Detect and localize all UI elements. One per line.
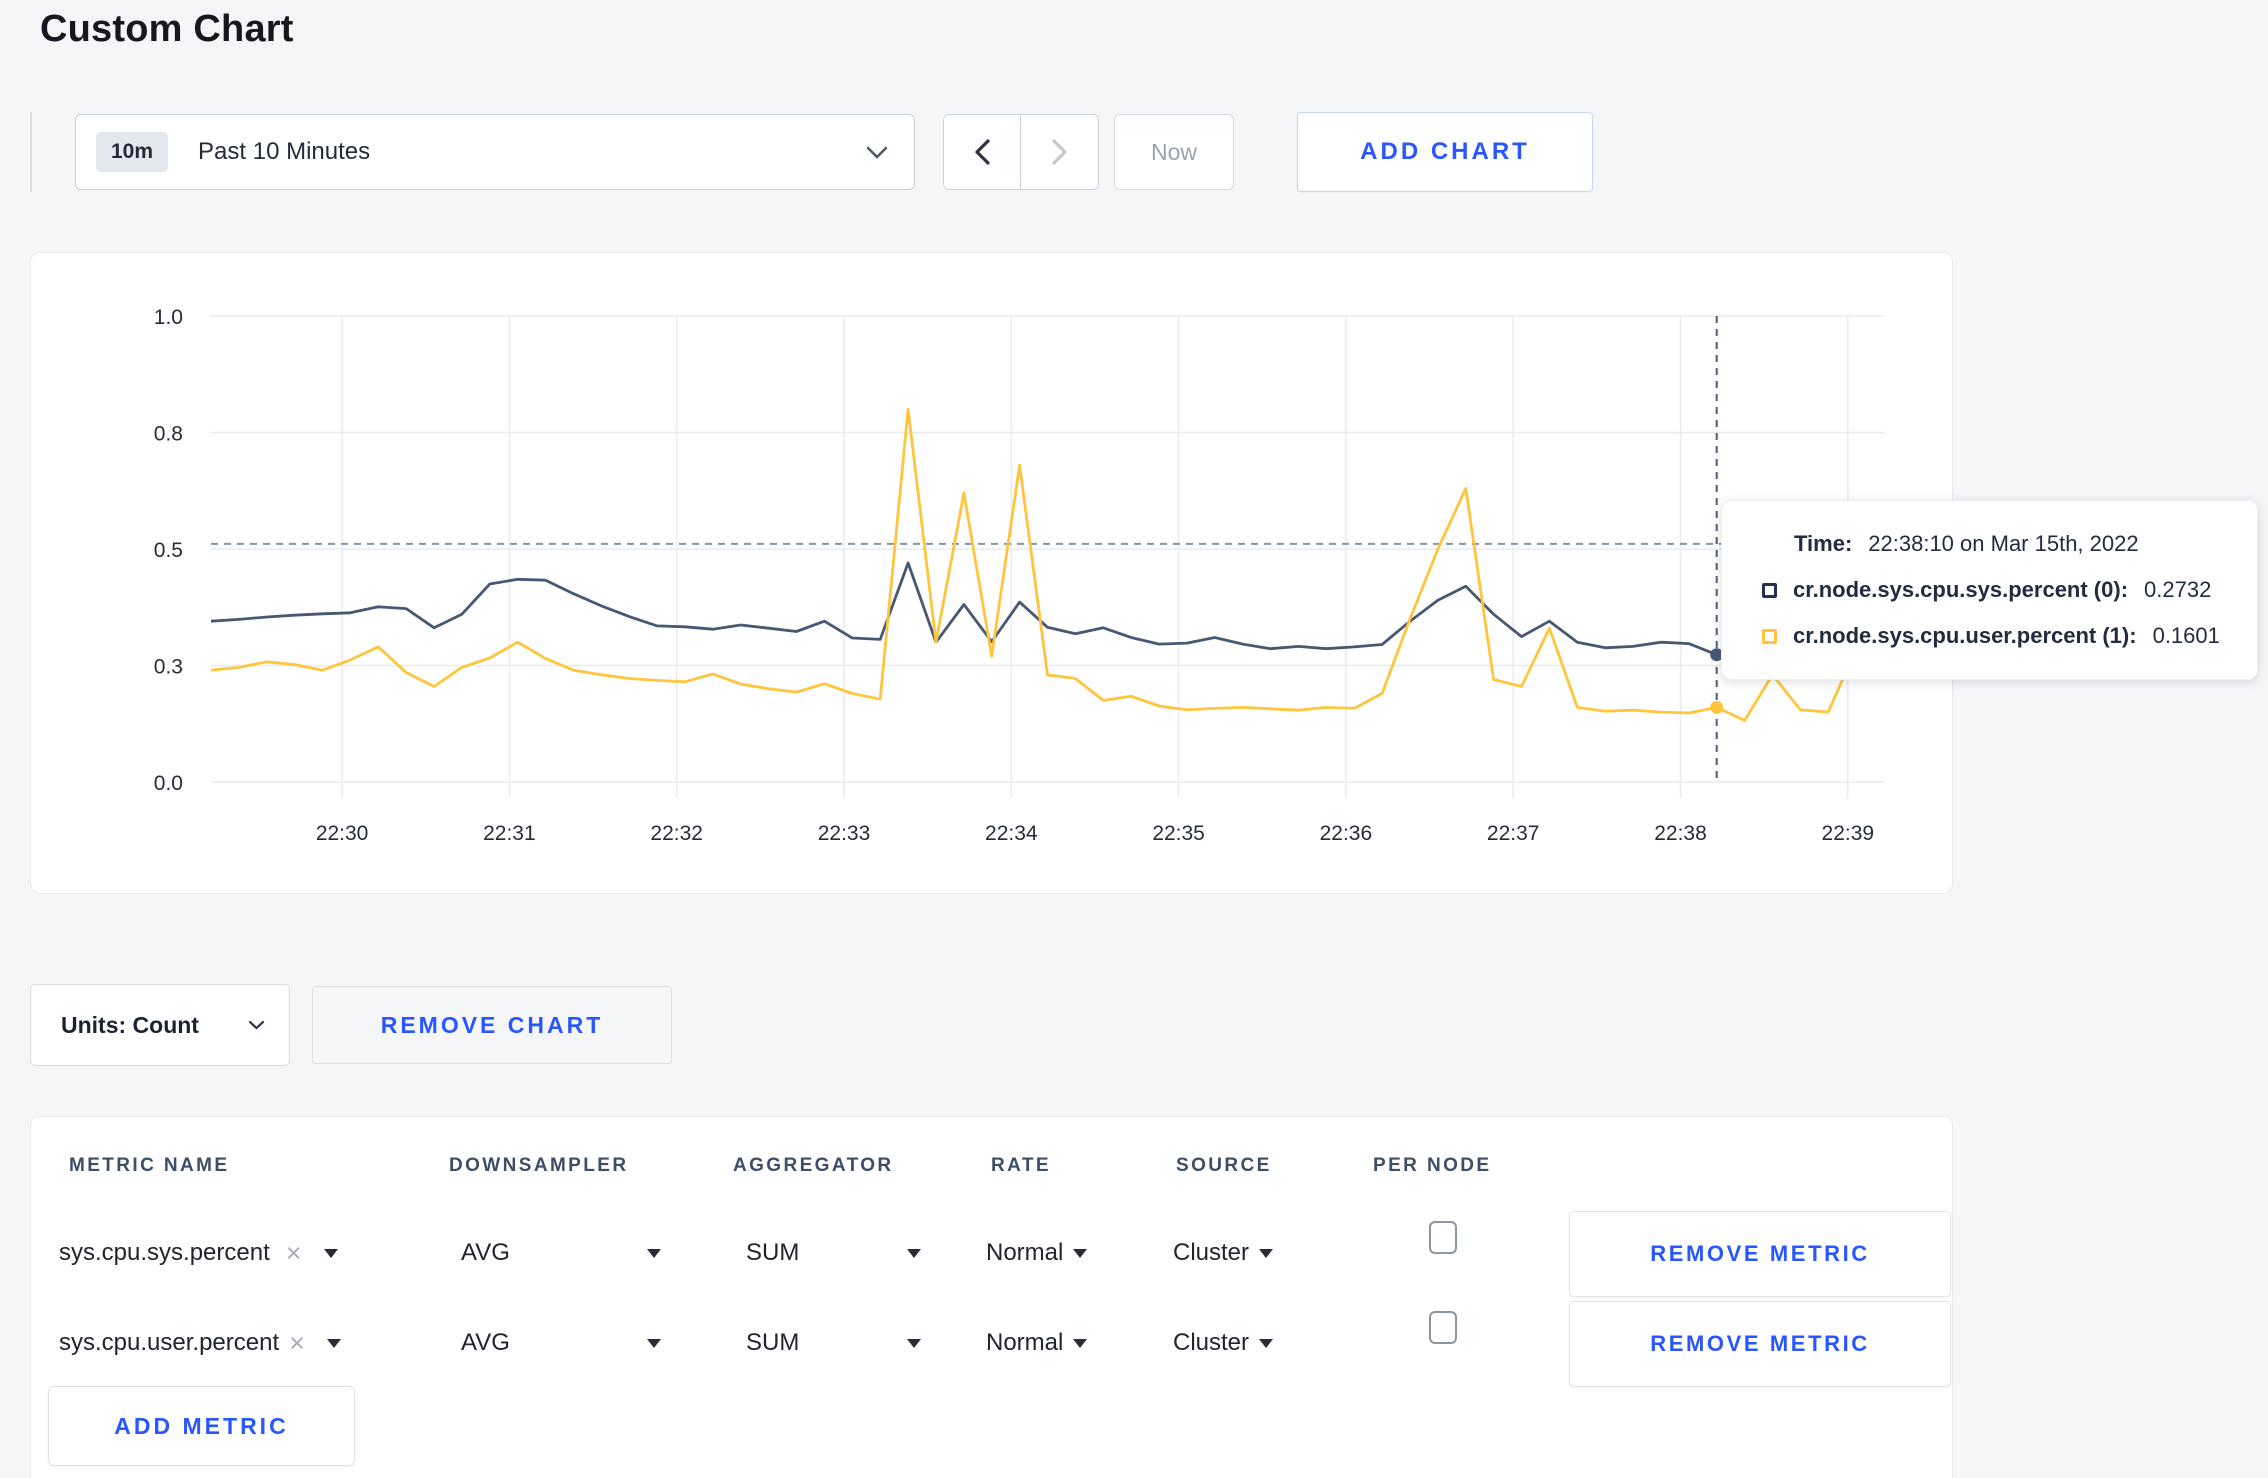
tooltip-time-label: Time: [1794,531,1853,556]
caret-down-icon [647,1248,661,1258]
rate-value: Normal [986,1239,1064,1266]
tooltip-series-row: cr.node.sys.cpu.sys.percent (0): 0.2732 [1762,577,2257,603]
col-header-aggregator: AGGREGATOR [733,1155,894,1176]
metric-name-value: sys.cpu.sys.percent [59,1239,270,1266]
tooltip-series-name: cr.node.sys.cpu.user.percent (1): [1793,623,2137,648]
remove-metric-button[interactable]: REMOVE METRIC [1569,1301,1951,1387]
x-tick-label: 22:39 [1822,822,1875,845]
remove-metric-button[interactable]: REMOVE METRIC [1569,1211,1951,1297]
rate-select[interactable]: Normal [986,1229,1088,1277]
next-time-button[interactable] [1021,115,1098,189]
series-line [210,407,1885,722]
time-range-select[interactable]: 10m Past 10 Minutes [75,114,915,190]
col-header-source: SOURCE [1176,1155,1272,1176]
source-select[interactable]: Cluster [1173,1229,1274,1277]
tooltip-time-row: Time: 22:38:10 on Mar 15th, 2022 [1794,531,2257,557]
page-title: Custom Chart [40,8,294,50]
caret-down-icon [1073,1338,1088,1348]
caret-down-icon [323,1248,338,1258]
x-tick-label: 22:38 [1654,822,1707,845]
time-range-badge: 10m [96,132,169,172]
units-select[interactable]: Units: Count [30,984,290,1066]
col-header-downsampler: DOWNSAMPLER [449,1155,629,1176]
y-tick-label: 0.8 [154,423,183,446]
col-header-per-node: PER NODE [1373,1155,1492,1176]
add-metric-button[interactable]: ADD METRIC [48,1386,355,1466]
per-node-checkbox[interactable] [1429,1311,1457,1344]
caret-down-icon [647,1338,661,1348]
x-tick-label: 22:36 [1320,822,1373,845]
x-tick-label: 22:30 [316,822,369,845]
col-header-metric-name: METRIC NAME [69,1155,230,1176]
close-icon[interactable]: × [286,1239,302,1267]
y-tick-label: 0.5 [154,539,183,562]
metric-name-select[interactable]: sys.cpu.sys.percent × [59,1229,338,1277]
time-range-label: Past 10 Minutes [198,138,371,165]
aggregator-select[interactable]: SUM [746,1319,921,1367]
source-value: Cluster [1173,1329,1250,1356]
downsampler-select[interactable]: AVG [461,1319,661,1367]
caret-down-icon [907,1338,921,1348]
time-pager [943,114,1099,190]
caret-down-icon [907,1248,921,1258]
tooltip-time-value: 22:38:10 on Mar 15th, 2022 [1868,531,2139,556]
source-value: Cluster [1173,1239,1250,1266]
metric-name-select[interactable]: sys.cpu.user.percent × [59,1319,341,1367]
units-label: Units: Count [61,1011,199,1038]
chart-card: 22:30 22:31 22:32 22:33 22:34 22:35 22:36 22:37… [30,252,1953,894]
downsampler-value: AVG [461,1239,510,1266]
x-tick-label: 22:33 [818,822,871,845]
remove-chart-button[interactable]: REMOVE CHART [312,986,672,1064]
downsampler-select[interactable]: AVG [461,1229,661,1277]
x-tick-label: 22:32 [650,822,703,845]
y-tick-label: 0.0 [154,772,183,795]
series-swatch-icon [1762,628,1777,644]
caret-down-icon [326,1338,341,1348]
per-node-checkbox[interactable] [1429,1221,1457,1254]
metric-name-value: sys.cpu.user.percent [59,1329,280,1356]
x-tick-label: 22:35 [1152,822,1205,845]
chevron-left-icon [974,139,990,165]
prev-time-button[interactable] [944,115,1021,189]
rate-value: Normal [986,1329,1064,1356]
tooltip-series-value: 0.2732 [2144,577,2212,602]
tooltip-series-row: cr.node.sys.cpu.user.percent (1): 0.1601 [1762,623,2257,649]
x-tick-label: 22:34 [985,822,1038,845]
chevron-down-icon [248,1020,265,1030]
aggregator-value: SUM [746,1329,800,1356]
close-icon[interactable]: × [289,1329,305,1357]
add-chart-button[interactable]: ADD CHART [1297,112,1593,192]
col-header-rate: RATE [991,1155,1051,1176]
caret-down-icon [1259,1248,1274,1258]
x-tick-label: 22:37 [1487,822,1540,845]
cpu-usage-chart[interactable]: 22:30 22:31 22:32 22:33 22:34 22:35 22:36 22:37… [31,253,1954,895]
series-line [210,561,1885,657]
aggregator-select[interactable]: SUM [746,1229,921,1277]
chart-hover-tooltip: Time: 22:38:10 on Mar 15th, 2022 cr.node… [1721,500,2258,680]
y-tick-label: 1.0 [154,306,183,329]
downsampler-value: AVG [461,1329,510,1356]
chevron-down-icon [866,146,888,159]
chevron-right-icon [1051,139,1068,165]
series-swatch-icon [1762,582,1777,598]
source-select[interactable]: Cluster [1173,1319,1274,1367]
caret-down-icon [1073,1248,1088,1258]
now-button[interactable]: Now [1114,114,1234,190]
crosshair-dot [1710,700,1724,714]
rate-select[interactable]: Normal [986,1319,1088,1367]
y-tick-label: 0.3 [154,656,183,679]
x-tick-label: 22:31 [483,822,536,845]
aggregator-value: SUM [746,1239,800,1266]
toolbar-divider [30,112,32,192]
caret-down-icon [1259,1338,1274,1348]
tooltip-series-name: cr.node.sys.cpu.sys.percent (0): [1793,577,2129,602]
tooltip-series-value: 0.1601 [2152,623,2220,648]
